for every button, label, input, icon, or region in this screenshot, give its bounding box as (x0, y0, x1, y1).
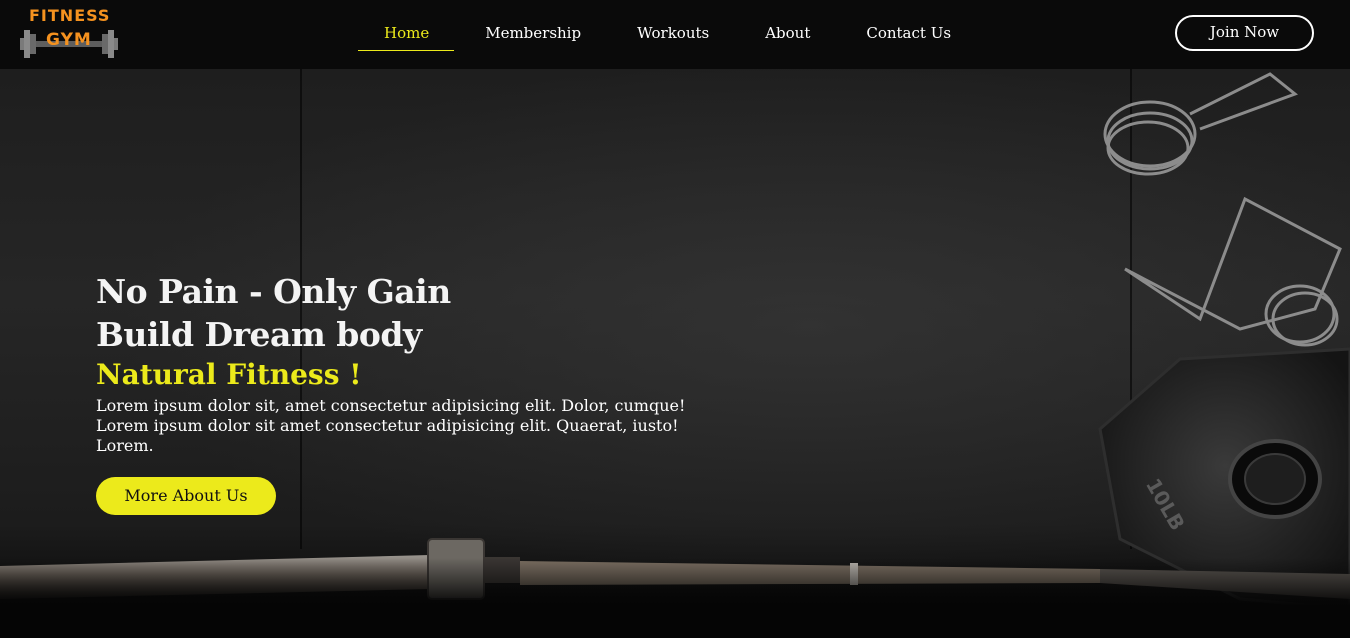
hero-description: Lorem ipsum dolor sit, amet consectetur … (96, 396, 686, 455)
more-about-us-button[interactable]: More About Us (96, 477, 276, 515)
nav-item-about[interactable]: About (737, 14, 838, 51)
hero-headline-line1: No Pain - Only Gain (96, 272, 451, 311)
nav-item-membership[interactable]: Membership (454, 14, 609, 51)
nav-item-contact[interactable]: Contact Us (838, 14, 979, 51)
logo-text-gym: GYM (46, 30, 92, 50)
floor-shadow (0, 558, 1350, 638)
spring-collar (1103, 72, 1299, 176)
top-navbar: FITNESS GYM Home Membership Workouts Abo… (0, 0, 1350, 69)
nav-item-workouts[interactable]: Workouts (609, 14, 737, 51)
join-now-button[interactable]: Join Now (1175, 15, 1314, 51)
hero-content: No Pain - Only Gain Build Dream body Nat… (96, 270, 736, 515)
hero-headline-line2: Build Dream body (96, 315, 422, 354)
hero-subheading: Natural Fitness ! (96, 358, 362, 391)
nav-item-home[interactable]: Home (358, 14, 455, 51)
main-nav: Home Membership Workouts About Contact U… (358, 14, 979, 52)
gym-logo[interactable]: FITNESS GYM (20, 6, 118, 60)
spring-collar (1124, 196, 1342, 347)
logo-text-fitness: FITNESS (29, 6, 111, 25)
